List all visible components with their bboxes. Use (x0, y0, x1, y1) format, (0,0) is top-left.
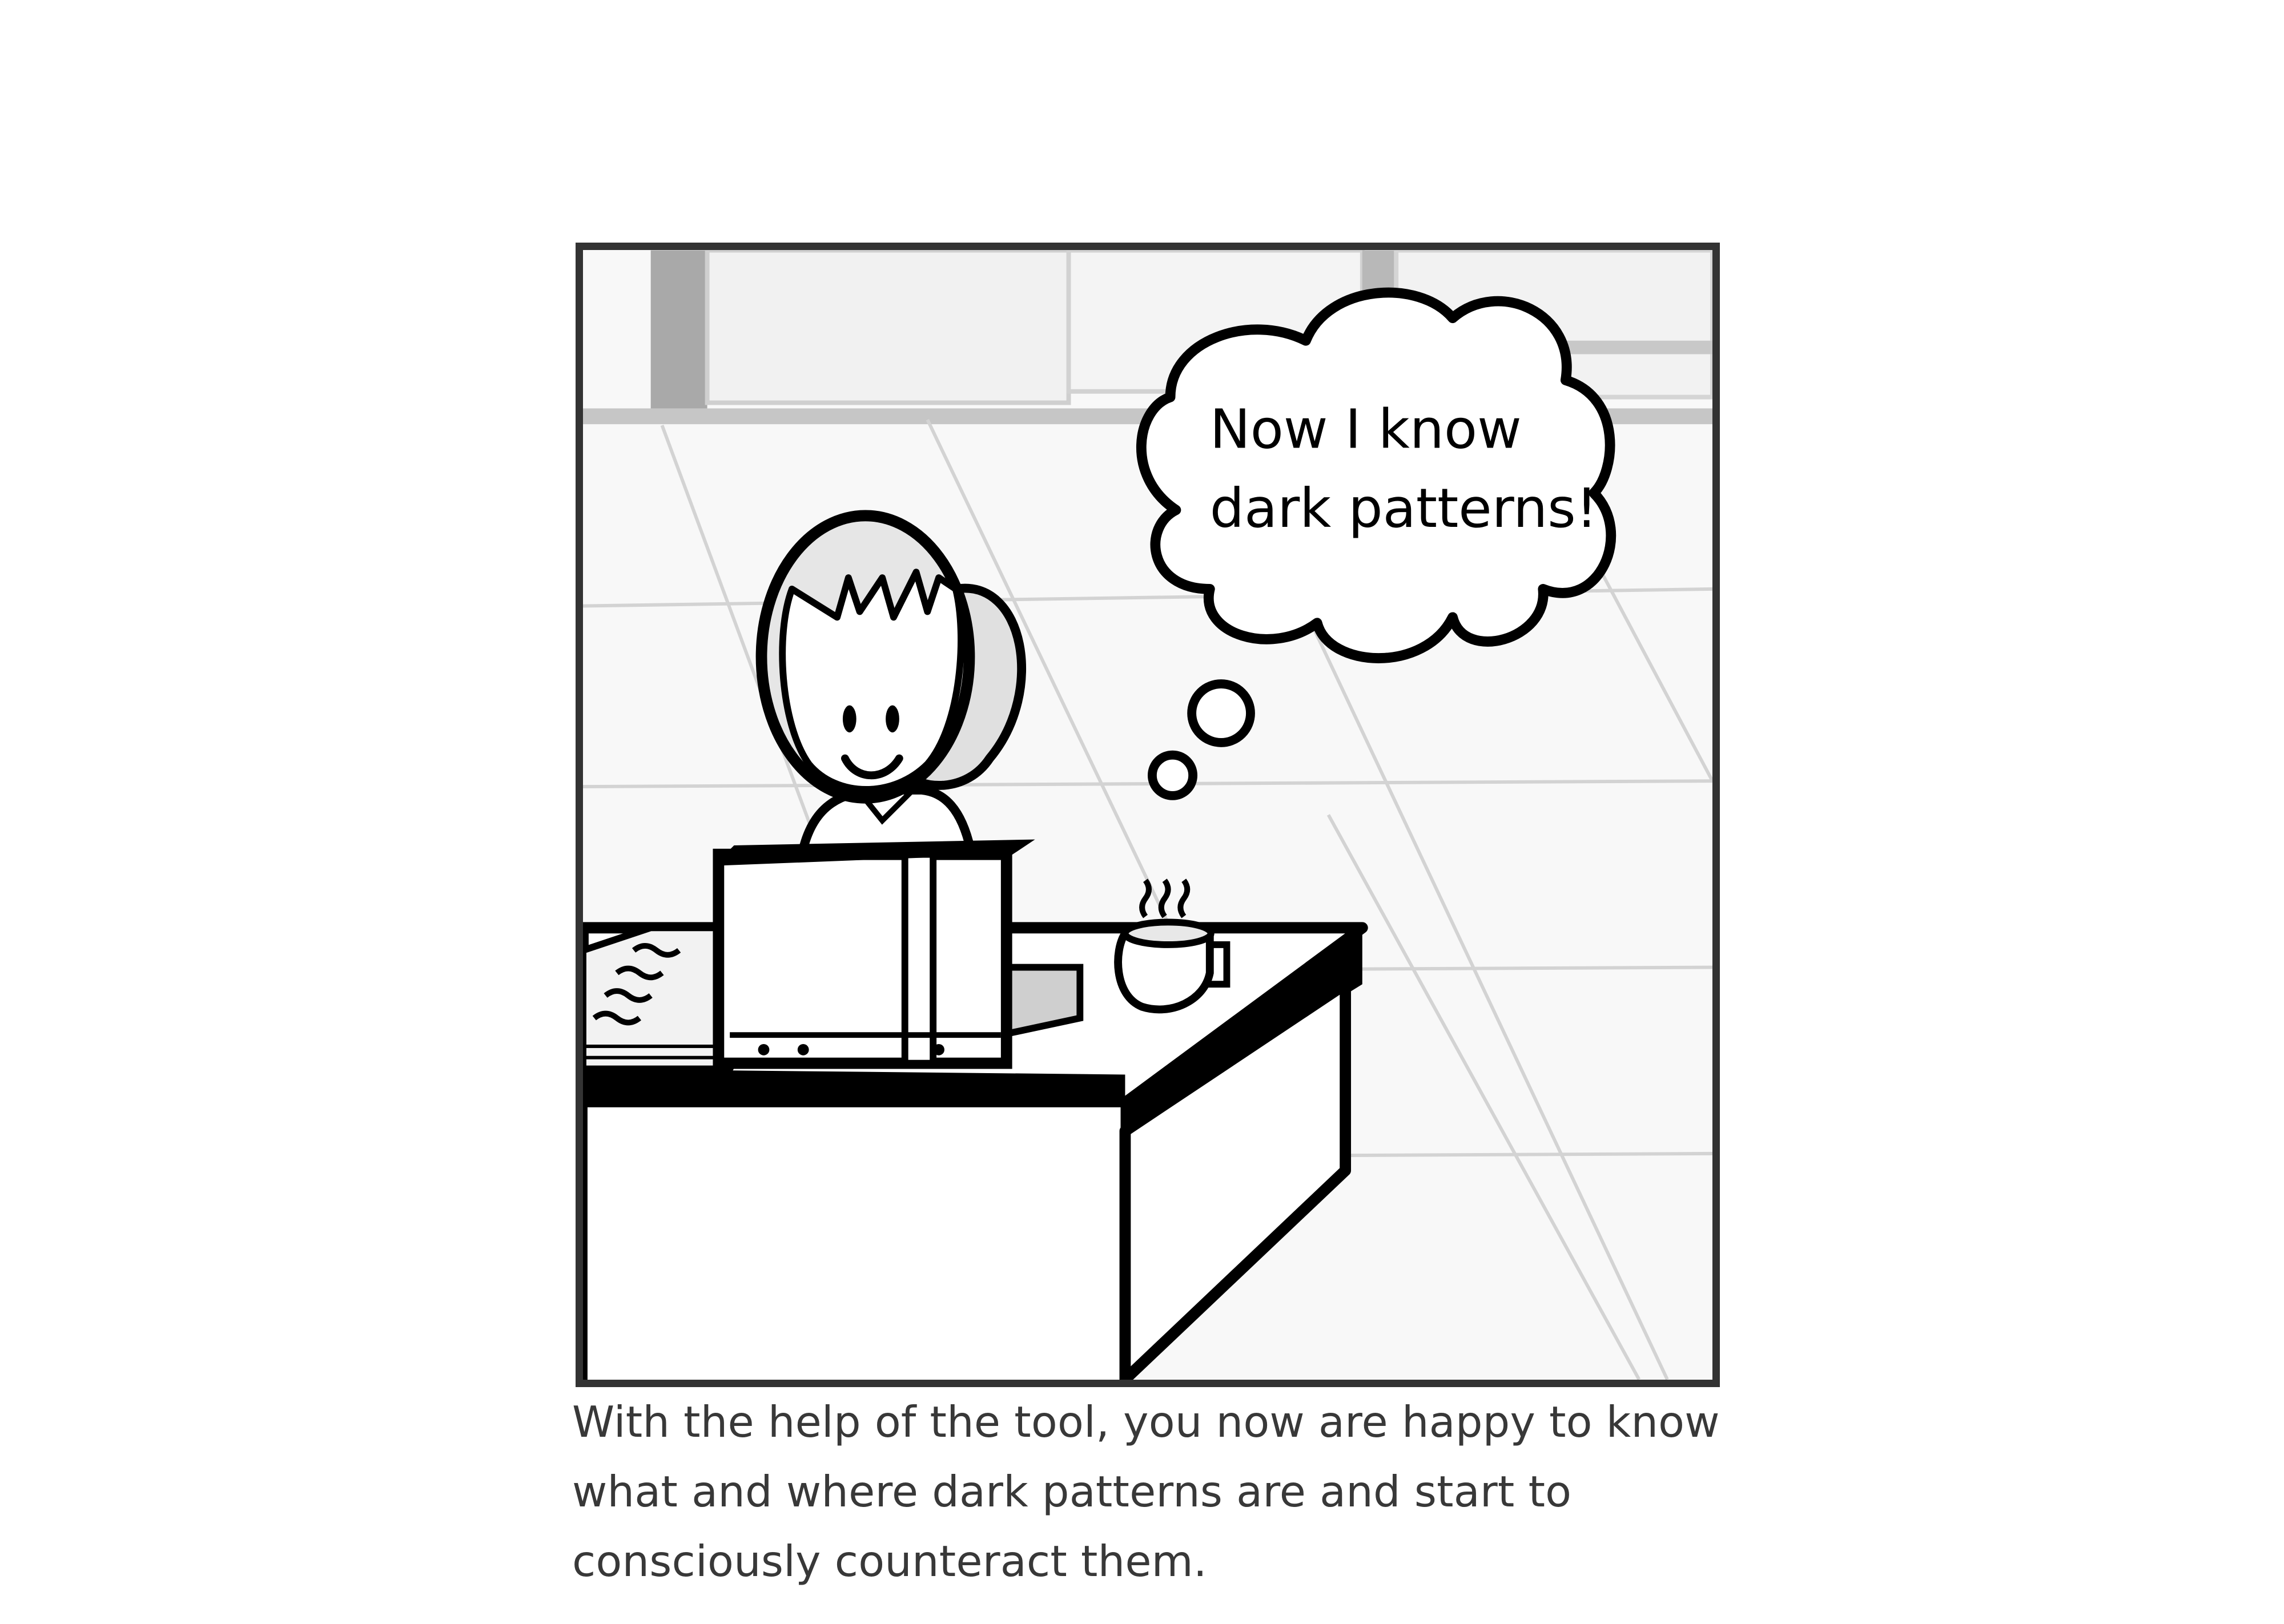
caption-text: With the help of the tool, you now are h… (572, 1397, 1720, 1586)
thought-bubble-dot-large (1187, 679, 1255, 747)
comic-panel: Now I know dark patterns! (576, 243, 1720, 1387)
thought-bubble-line-1: Now I know (1210, 398, 1522, 461)
face (779, 569, 964, 793)
thought-bubble-line-2: dark patterns! (1210, 477, 1598, 540)
laptop-lid (713, 848, 1012, 1069)
desk-edge (583, 1069, 1125, 1103)
thought-bubble-cloud (1136, 287, 1617, 663)
comic-illustration: Now I know dark patterns! (583, 250, 1712, 1380)
left-eye (842, 705, 856, 733)
thought-bubble-dot-small (1148, 750, 1198, 800)
desk-front (583, 1098, 1130, 1380)
right-eye (886, 705, 899, 733)
